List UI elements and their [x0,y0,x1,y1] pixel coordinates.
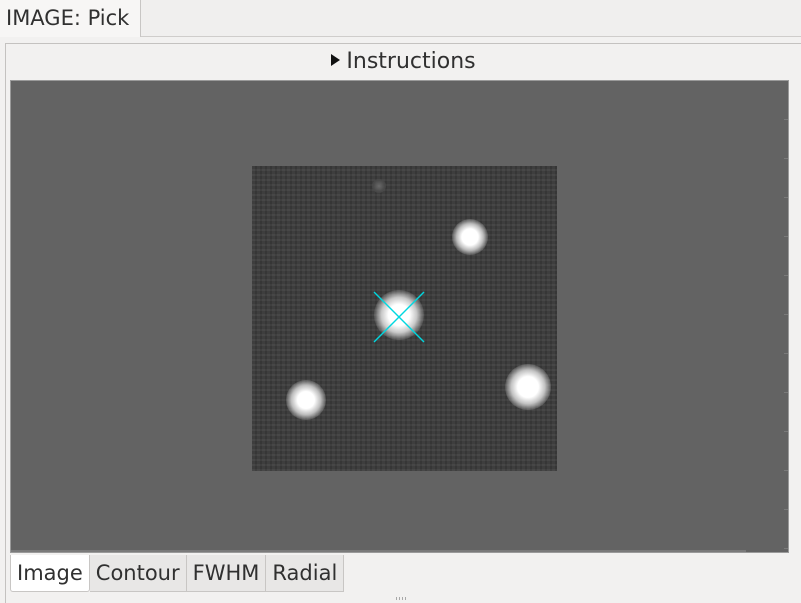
tab-image[interactable]: Image [10,555,90,592]
horizontal-scrollbar[interactable] [11,550,746,552]
star [452,219,488,255]
image-viewer[interactable] [10,80,789,553]
triangle-right-icon [331,54,341,66]
instructions-expander[interactable]: Instructions [6,44,801,80]
vertical-scrollbar[interactable] [784,81,788,552]
window-tab-image-pick[interactable]: IMAGE: Pick [0,0,141,37]
faint-star [372,179,386,193]
pick-cutout-image[interactable] [252,166,557,471]
resize-grip-icon[interactable] [396,597,406,600]
tab-radial[interactable]: Radial [266,555,345,592]
window-tab-bar: IMAGE: Pick [0,0,801,37]
x-cross-marker [373,291,425,343]
tab-contour[interactable]: Contour [89,555,187,592]
view-tabs: Image Contour FWHM Radial [10,555,345,592]
star [286,380,326,420]
tab-fwhm[interactable]: FWHM [186,555,267,592]
window-tab-label: IMAGE: Pick [6,6,130,30]
instructions-label: Instructions [346,49,476,74]
star [505,364,551,410]
